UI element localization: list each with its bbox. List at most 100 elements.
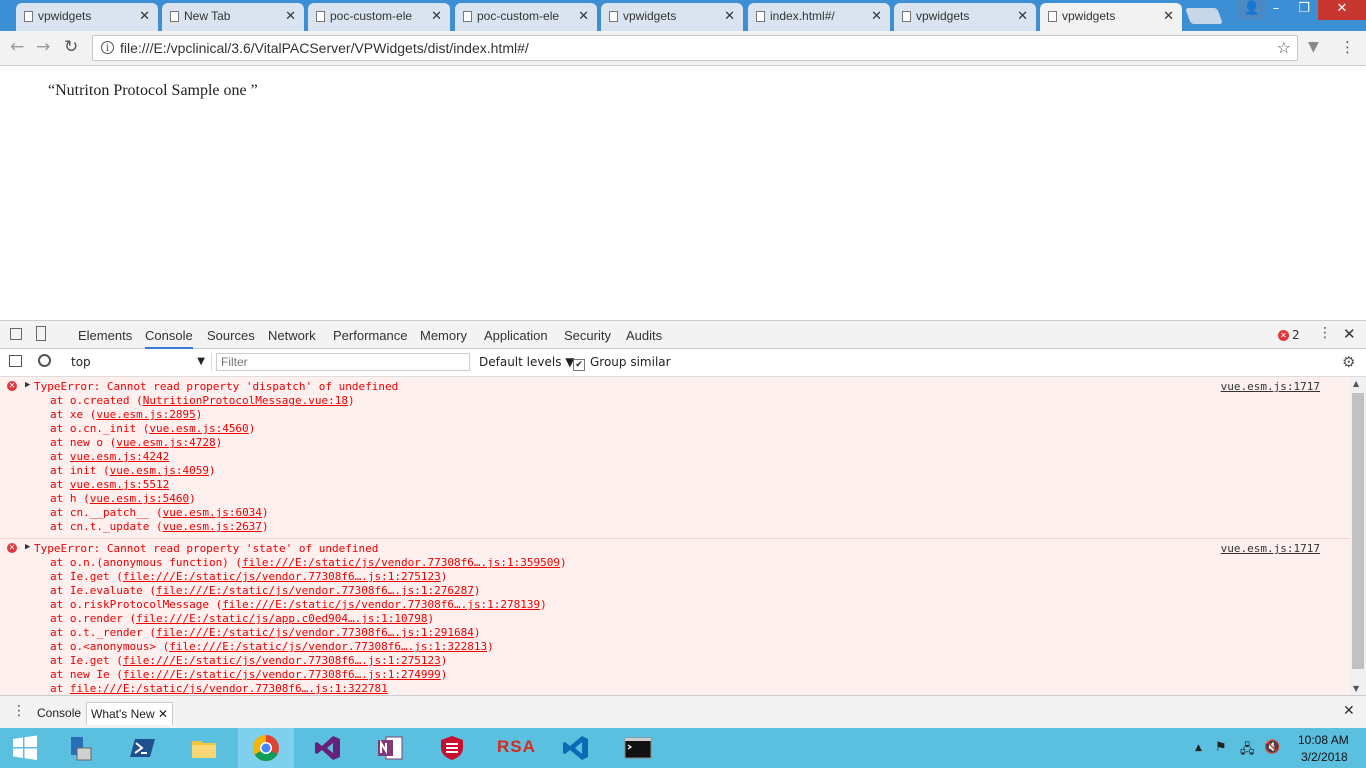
scroll-thumb[interactable]	[1352, 393, 1364, 669]
more-options-icon[interactable]: ⋮	[1318, 325, 1332, 341]
address-bar[interactable]: i file:///E:/vpclinical/3.6/VitalPACServ…	[92, 35, 1298, 61]
console-scrollbar[interactable]: ▲ ▼	[1350, 377, 1366, 695]
start-button[interactable]	[0, 728, 48, 768]
error-source-link[interactable]: vue.esm.js:1717	[1221, 542, 1320, 555]
taskbar-visual-studio[interactable]	[300, 728, 356, 768]
log-levels-dropdown[interactable]: Default levels ▼	[479, 355, 575, 369]
stack-frame-link[interactable]: vue.esm.js:2895	[96, 408, 195, 421]
device-toolbar-icon[interactable]	[36, 326, 46, 341]
scroll-down-icon[interactable]: ▼	[1353, 684, 1359, 693]
console-sidebar-icon[interactable]	[9, 355, 22, 367]
taskbar-chrome[interactable]	[238, 728, 294, 768]
stack-frame-link[interactable]: file:///E:/static/js/vendor.77308f6….js:…	[123, 570, 441, 583]
drawer-tab-whats-new[interactable]: What's New ✕	[86, 702, 174, 725]
inspect-element-icon[interactable]	[10, 328, 22, 340]
expand-triangle-icon[interactable]: ▶	[25, 380, 30, 390]
drawer-close-icon[interactable]: ✕	[1343, 703, 1355, 719]
tab-performance[interactable]: Performance	[333, 328, 407, 343]
group-similar-checkbox[interactable]: ✔ Group similar	[573, 355, 671, 371]
stack-frame-link[interactable]: file:///E:/static/js/vendor.77308f6….js:…	[123, 668, 441, 681]
browser-tab[interactable]: poc-custom-ele ✕	[308, 3, 450, 31]
tab-close-icon[interactable]: ✕	[1163, 3, 1174, 29]
clear-console-icon[interactable]	[38, 354, 51, 367]
stack-frame-link[interactable]: vue.esm.js:2637	[163, 520, 262, 533]
new-tab-button[interactable]	[1185, 8, 1223, 24]
browser-tab[interactable]: vpwidgets ✕	[16, 3, 158, 31]
clock-time[interactable]: 10:08 AM	[1298, 733, 1349, 747]
browser-tab[interactable]: vpwidgets ✕	[894, 3, 1036, 31]
tab-memory[interactable]: Memory	[420, 328, 467, 343]
tab-elements[interactable]: Elements	[78, 328, 132, 343]
error-count-badge[interactable]: ✕ 2	[1278, 328, 1300, 342]
stack-frame-link[interactable]: vue.esm.js:4059	[110, 464, 209, 477]
tab-close-icon[interactable]: ✕	[724, 3, 735, 29]
stack-frame-link[interactable]: file:///E:/static/js/vendor.77308f6….js:…	[242, 556, 560, 569]
tab-close-icon[interactable]: ✕	[285, 3, 296, 29]
extension-icon[interactable]: ▼	[1308, 39, 1319, 55]
expand-triangle-icon[interactable]: ▶	[25, 542, 30, 552]
stack-frame-link[interactable]: file:///E:/static/js/vendor.77308f6….js:…	[156, 626, 474, 639]
tab-close-icon[interactable]: ✕	[431, 3, 442, 29]
reload-icon[interactable]: ↻	[64, 37, 78, 57]
taskbar-file-explorer[interactable]	[176, 728, 232, 768]
clock-date[interactable]: 3/2/2018	[1301, 750, 1348, 764]
tab-close-icon[interactable]: ✕	[871, 3, 882, 29]
stack-frame-link[interactable]: file:///E:/static/js/vendor.77308f6….js:…	[123, 654, 441, 667]
tab-security[interactable]: Security	[564, 328, 611, 343]
bookmark-star-icon[interactable]: ☆	[1277, 38, 1291, 57]
stack-frame-link[interactable]: vue.esm.js:6034	[163, 506, 262, 519]
taskbar-server-manager[interactable]	[52, 728, 108, 768]
drawer-menu-icon[interactable]: ⋮	[12, 703, 26, 719]
tab-console[interactable]: Console	[145, 328, 193, 349]
gear-icon[interactable]: ⚙	[1342, 353, 1355, 371]
taskbar-command-prompt[interactable]	[610, 728, 666, 768]
stack-frame-link[interactable]: vue.esm.js:5512	[70, 478, 169, 491]
stack-frame-link[interactable]: file:///E:/static/js/vendor.77308f6….js:…	[169, 640, 487, 653]
tab-network[interactable]: Network	[268, 328, 316, 343]
stack-frame-link[interactable]: file:///E:/static/js/app.c0ed904….js:1:1…	[136, 612, 427, 625]
stack-frame-link[interactable]: vue.esm.js:4560	[149, 422, 248, 435]
tab-close-icon[interactable]: ✕	[139, 3, 150, 29]
browser-tab[interactable]: New Tab ✕	[162, 3, 304, 31]
drawer-tab-console[interactable]: Console	[33, 702, 85, 724]
error-source-link[interactable]: vue.esm.js:1717	[1221, 380, 1320, 393]
tab-close-icon[interactable]: ✕	[578, 3, 589, 29]
browser-tab[interactable]: vpwidgets ✕	[1040, 3, 1182, 32]
stack-frame-link[interactable]: file:///E:/static/js/vendor.77308f6….js:…	[222, 598, 540, 611]
stack-frame-link[interactable]: vue.esm.js:4242	[70, 450, 169, 463]
forward-arrow-icon[interactable]: →	[36, 37, 50, 57]
taskbar-onenote[interactable]	[362, 728, 418, 768]
tray-expand-icon[interactable]: ▲	[1195, 743, 1202, 753]
console-error-message[interactable]: ✕ ▶ TypeError: Cannot read property 'state…	[0, 539, 1350, 695]
stack-frame-link[interactable]: file:///E:/static/js/vendor.77308f6….js:…	[70, 682, 388, 695]
stack-frame-link[interactable]: vue.esm.js:5460	[90, 492, 189, 505]
stack-frame-link[interactable]: file:///E:/static/js/vendor.77308f6….js:…	[156, 584, 474, 597]
stack-frame-link[interactable]: vue.esm.js:4728	[116, 436, 215, 449]
window-close-button[interactable]: ✕	[1318, 0, 1366, 20]
minimize-button[interactable]: –	[1262, 0, 1290, 20]
taskbar-rsa[interactable]: RSA	[486, 728, 542, 768]
context-selector[interactable]: top ▼	[66, 353, 212, 371]
info-icon[interactable]: i	[101, 41, 114, 54]
back-arrow-icon[interactable]: ←	[10, 37, 24, 57]
console-filter-input[interactable]	[216, 353, 470, 371]
browser-tab[interactable]: index.html#/ ✕	[748, 3, 890, 31]
browser-tab[interactable]: vpwidgets ✕	[601, 3, 743, 31]
chrome-menu-icon[interactable]: ⋮	[1340, 38, 1355, 56]
devtools-close-icon[interactable]: ✕	[1343, 325, 1356, 343]
tray-network-icon[interactable]: 🖧	[1240, 740, 1255, 762]
console-error-message[interactable]: ✕ ▶ TypeError: Cannot read property 'dispa…	[0, 377, 1350, 539]
tab-close-icon[interactable]: ✕	[1017, 3, 1028, 29]
tray-volume-muted-icon[interactable]: 🔇	[1264, 740, 1280, 755]
tray-flag-icon[interactable]: ⚑	[1215, 740, 1227, 755]
url-text[interactable]: file:///E:/vpclinical/3.6/VitalPACServer…	[120, 40, 529, 56]
tab-application[interactable]: Application	[484, 328, 548, 343]
scroll-up-icon[interactable]: ▲	[1353, 379, 1359, 388]
tab-sources[interactable]: Sources	[207, 328, 255, 343]
browser-tab[interactable]: poc-custom-ele ✕	[455, 3, 597, 31]
taskbar-powershell[interactable]	[115, 728, 171, 768]
tab-audits[interactable]: Audits	[626, 328, 662, 343]
restore-button[interactable]: ❐	[1290, 0, 1318, 20]
close-icon[interactable]: ✕	[158, 707, 168, 721]
taskbar-fortinet[interactable]	[424, 728, 480, 768]
